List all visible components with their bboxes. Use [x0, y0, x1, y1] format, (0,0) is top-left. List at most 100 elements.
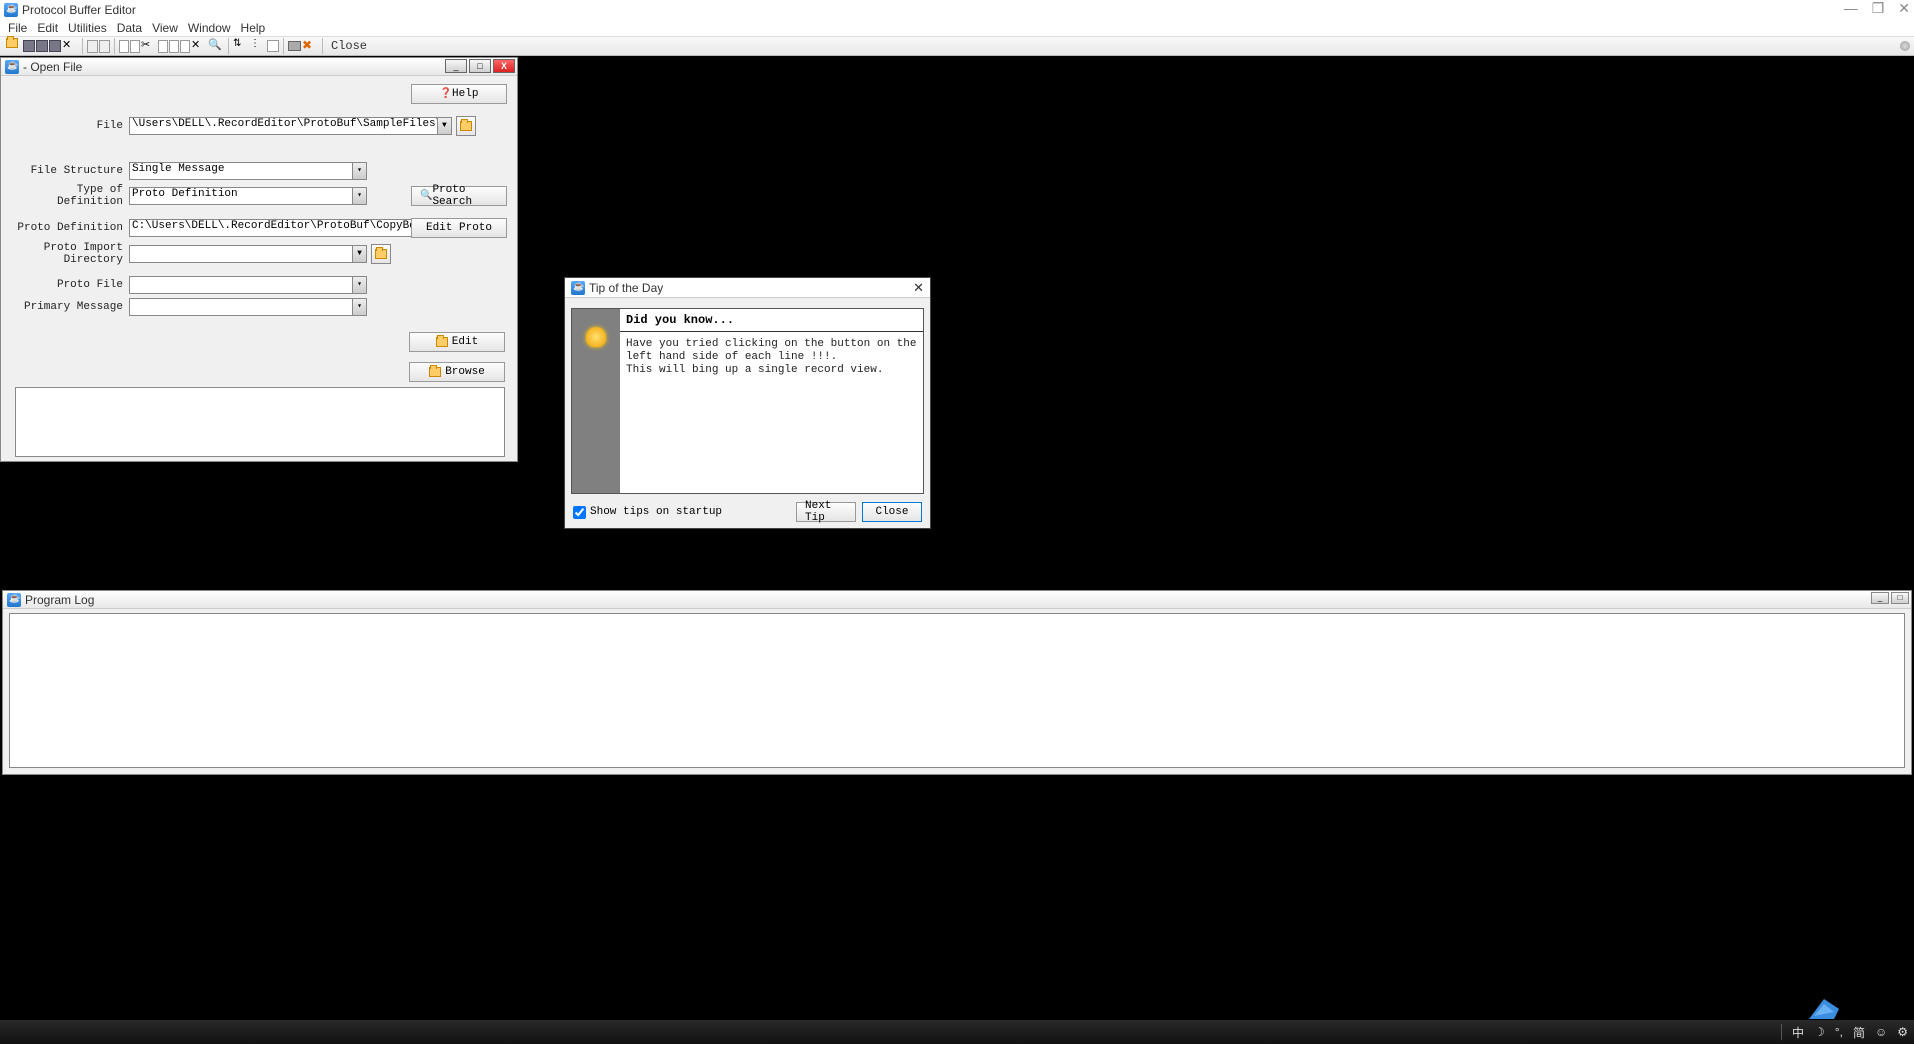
- maximize-button[interactable]: ❐: [1872, 0, 1885, 17]
- busy-indicator: [1900, 41, 1910, 51]
- message-textarea[interactable]: [15, 387, 505, 457]
- proto-import-row: Proto Import Directory ▼: [11, 242, 507, 266]
- chevron-down-icon[interactable]: ▾: [352, 188, 366, 204]
- maximize-icon[interactable]: □: [469, 59, 491, 73]
- doc1-icon[interactable]: [158, 40, 168, 53]
- weather-icon[interactable]: °,: [1835, 1025, 1843, 1039]
- file-browse-button[interactable]: [456, 116, 476, 136]
- open-file-titlebar[interactable]: - Open File _ □ X: [1, 58, 517, 76]
- open-file-title: - Open File: [23, 60, 82, 74]
- toolbar-separator: [283, 38, 284, 54]
- chevron-down-icon[interactable]: ▾: [352, 163, 366, 179]
- type-of-def-value: Proto Definition: [132, 188, 238, 200]
- tip-titlebar[interactable]: Tip of the Day ✕: [565, 278, 930, 298]
- file-structure-combo[interactable]: Single Message ▾: [129, 162, 367, 180]
- grid-icon[interactable]: [267, 40, 279, 52]
- chevron-down-icon[interactable]: ▼: [437, 118, 451, 134]
- taskbar: 中 ☽ °, 简 ☺ ⚙: [0, 1020, 1914, 1044]
- minimize-icon[interactable]: _: [1871, 592, 1889, 604]
- print-icon[interactable]: [288, 41, 301, 51]
- paste-icon[interactable]: [130, 40, 140, 53]
- ime-indicator[interactable]: 中: [1792, 1024, 1804, 1041]
- copy2-icon[interactable]: [99, 40, 110, 53]
- chevron-down-icon[interactable]: ▾: [352, 277, 366, 293]
- folder-icon: [375, 249, 387, 259]
- tip-of-day-dialog: Tip of the Day ✕ Did you know... Have yo…: [564, 277, 931, 529]
- filter-icon[interactable]: ⋮: [250, 38, 266, 54]
- close-button[interactable]: ✕: [1898, 0, 1910, 17]
- proto-import-combo[interactable]: ▼: [129, 245, 367, 263]
- save-icon[interactable]: [23, 40, 35, 52]
- type-of-def-combo[interactable]: Proto Definition ▾: [129, 187, 367, 205]
- menu-window[interactable]: Window: [184, 21, 235, 35]
- proto-file-row: Proto File ▾: [11, 276, 507, 294]
- menu-file[interactable]: File: [4, 21, 31, 35]
- edit-button[interactable]: Edit: [409, 332, 505, 352]
- proto-search-button[interactable]: Proto Search: [411, 186, 507, 206]
- doc2-icon[interactable]: [169, 40, 179, 53]
- proto-import-label: Proto Import Directory: [11, 242, 129, 266]
- show-tips-label: Show tips on startup: [590, 506, 722, 518]
- program-log-textarea[interactable]: [9, 613, 1905, 768]
- cancel-icon[interactable]: ✕: [191, 38, 207, 54]
- edit-proto-label: Edit Proto: [426, 222, 492, 234]
- file-combo[interactable]: \Users\DELL\.RecordEditor\ProtoBuf\Sampl…: [129, 117, 452, 135]
- toolbar: ✕ ✂ ✕ 🔍 ⇅ ⋮ ✖ Close: [0, 36, 1914, 56]
- folder-icon: [436, 337, 448, 347]
- proto-def-combo[interactable]: C:\Users\DELL\.RecordEditor\ProtoBuf\Cop…: [129, 219, 445, 237]
- file-label: File: [11, 120, 129, 132]
- java-icon: [5, 60, 19, 74]
- ime-mode-indicator[interactable]: 简: [1853, 1024, 1865, 1041]
- chevron-down-icon[interactable]: ▾: [352, 299, 366, 315]
- file-structure-row: File Structure Single Message▾: [11, 162, 507, 180]
- file-structure-value: Single Message: [132, 163, 224, 175]
- menu-view[interactable]: View: [148, 21, 182, 35]
- tip-close-button[interactable]: Close: [862, 502, 922, 522]
- java-icon: [7, 593, 21, 607]
- java-icon: [571, 281, 585, 295]
- close-icon[interactable]: ✕: [913, 280, 924, 296]
- menu-data[interactable]: Data: [113, 21, 146, 35]
- cut-icon[interactable]: ✂: [141, 38, 157, 54]
- tool-icon[interactable]: ✖: [302, 38, 318, 54]
- program-log-titlebar[interactable]: Program Log _ □: [3, 591, 1911, 609]
- proto-import-browse-button[interactable]: [371, 244, 391, 264]
- night-mode-icon[interactable]: ☽: [1814, 1025, 1825, 1039]
- tip-body: Did you know... Have you tried clicking …: [571, 308, 924, 494]
- menubar: File Edit Utilities Data View Window Hel…: [0, 20, 1914, 36]
- copy-icon[interactable]: [87, 40, 98, 53]
- edit-proto-button[interactable]: Edit Proto: [411, 218, 507, 238]
- minimize-icon[interactable]: _: [445, 59, 467, 73]
- file-row: File \Users\DELL\.RecordEditor\ProtoBuf\…: [11, 116, 507, 136]
- export-icon[interactable]: [49, 40, 61, 52]
- tip-title: Tip of the Day: [589, 281, 663, 295]
- help-button[interactable]: Help: [411, 84, 507, 104]
- menu-edit[interactable]: Edit: [33, 21, 62, 35]
- maximize-icon[interactable]: □: [1891, 592, 1909, 604]
- folder-icon: [460, 121, 472, 131]
- close-icon[interactable]: X: [493, 59, 515, 73]
- chevron-down-icon[interactable]: ▼: [352, 246, 366, 262]
- emoji-icon[interactable]: ☺: [1875, 1025, 1887, 1039]
- doc3-icon[interactable]: [180, 40, 190, 53]
- find-icon[interactable]: 🔍: [208, 38, 224, 54]
- proto-file-combo[interactable]: ▾: [129, 276, 367, 294]
- open-icon[interactable]: [6, 38, 22, 54]
- new-icon[interactable]: [119, 40, 129, 53]
- browse-button[interactable]: Browse: [409, 362, 505, 382]
- tip-line-1: Have you tried clicking on the button on…: [626, 338, 916, 363]
- sort-icon[interactable]: ⇅: [233, 38, 249, 54]
- primary-msg-row: Primary Message ▾: [11, 298, 507, 316]
- settings-icon[interactable]: ⚙: [1897, 1025, 1908, 1039]
- toolbar-close-button[interactable]: Close: [327, 39, 371, 53]
- delete-icon[interactable]: ✕: [62, 38, 78, 54]
- menu-utilities[interactable]: Utilities: [64, 21, 111, 35]
- menu-help[interactable]: Help: [237, 21, 270, 35]
- toolbar-separator: [114, 38, 115, 54]
- save-as-icon[interactable]: [36, 40, 48, 52]
- next-tip-button[interactable]: Next Tip: [796, 502, 856, 522]
- minimize-button[interactable]: —: [1844, 0, 1858, 17]
- show-tips-checkbox[interactable]: [573, 506, 586, 519]
- primary-msg-combo[interactable]: ▾: [129, 298, 367, 316]
- program-log-window: Program Log _ □: [2, 590, 1912, 775]
